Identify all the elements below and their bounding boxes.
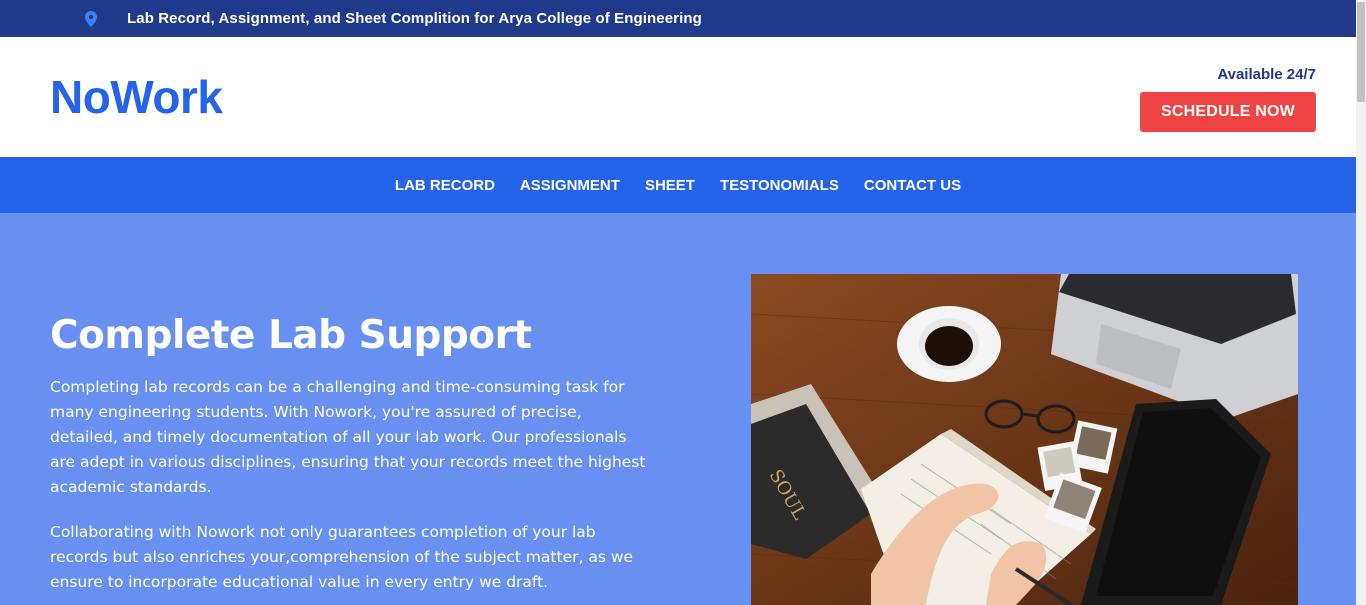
hero-paragraph-1: Completing lab records can be a challeng… <box>50 378 646 496</box>
nav-item-assignment[interactable]: ASSIGNMENT <box>520 177 620 194</box>
scrollbar-thumb[interactable] <box>1357 2 1365 102</box>
site-logo[interactable]: NoWork <box>50 70 223 124</box>
site-header: NoWork Available 24/7 SCHEDULE NOW <box>0 37 1356 157</box>
nav-item-lab-record[interactable]: LAB RECORD <box>395 177 495 194</box>
page: Lab Record, Assignment, and Sheet Compli… <box>0 0 1356 605</box>
hero-section: Complete Lab Support Completing lab reco… <box>0 213 1356 605</box>
map-pin-icon <box>84 10 98 28</box>
main-nav: LAB RECORD ASSIGNMENT SHEET TESTONOMIALS… <box>0 157 1356 213</box>
availability-text: Available 24/7 <box>1217 66 1316 83</box>
hero-title: Complete Lab Support <box>50 313 532 358</box>
nav-item-testimonials[interactable]: TESTONOMIALS <box>720 177 839 194</box>
top-info-bar: Lab Record, Assignment, and Sheet Compli… <box>0 0 1356 37</box>
desk-photo: SOUL <box>751 274 1298 605</box>
vertical-scrollbar[interactable] <box>1356 0 1366 605</box>
hero-paragraph-2: Collaborating with Nowork not only guara… <box>50 523 634 591</box>
nav-item-sheet[interactable]: SHEET <box>645 177 695 194</box>
schedule-now-button[interactable]: SCHEDULE NOW <box>1140 92 1316 132</box>
top-bar-text: Lab Record, Assignment, and Sheet Compli… <box>127 10 702 27</box>
nav-item-contact-us[interactable]: CONTACT US <box>864 177 961 194</box>
